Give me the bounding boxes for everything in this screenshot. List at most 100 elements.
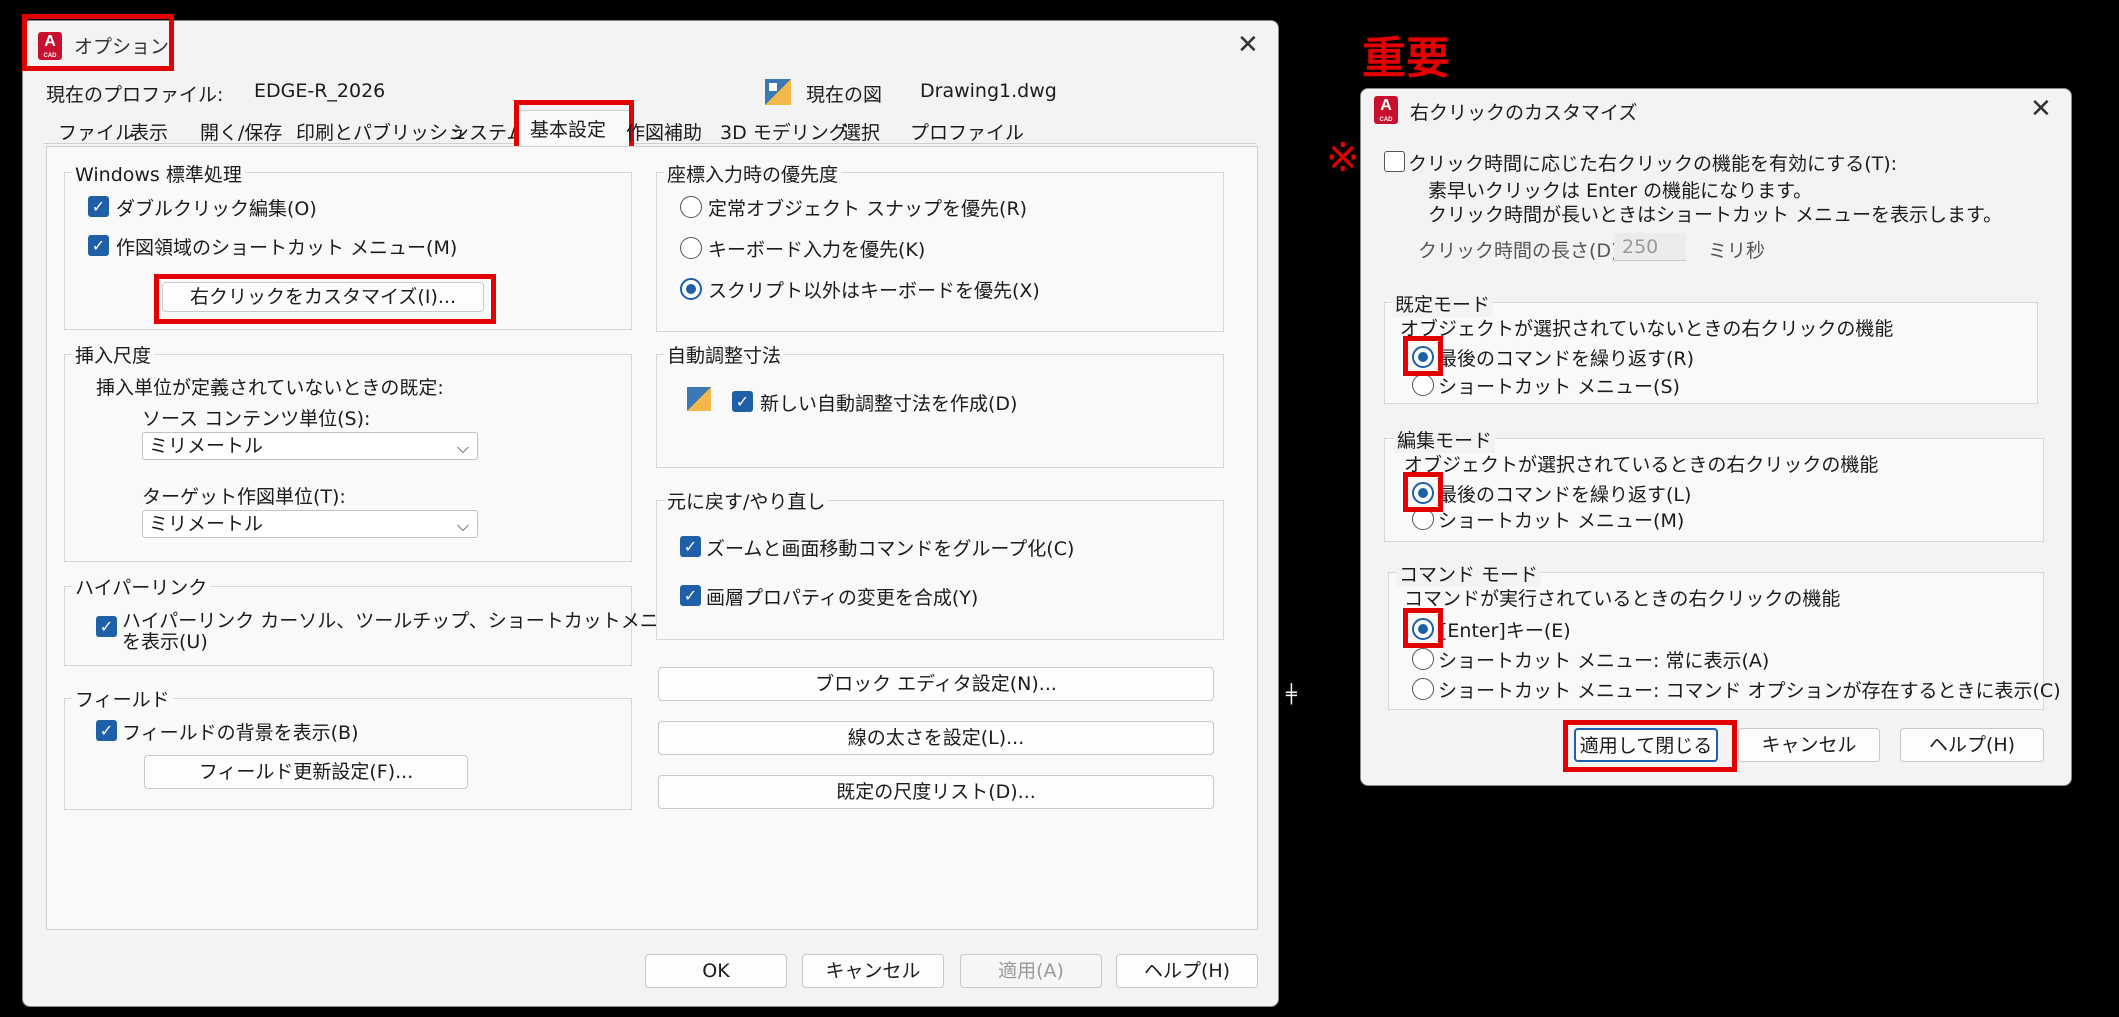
default-mode-desc: オブジェクトが選択されていないときの右クリックの機能 [1400, 318, 1894, 340]
duration-unit: ミリ秒 [1708, 240, 1766, 262]
default-scale-list-button[interactable]: 既定の尺度リスト(D)... [658, 775, 1214, 809]
default-mode-title: 既定モード [1392, 290, 1494, 317]
drawing-value: Drawing1.dwg [920, 80, 1057, 102]
time-sensitive-label: クリック時間に応じた右クリックの機能を有効にする(T): [1408, 153, 1898, 175]
hyperlink-label-line1: ハイパーリンク カーソル、ツールチップ、ショートカットメニュー [122, 610, 697, 632]
lineweight-settings-button[interactable]: 線の太さを設定(L)... [658, 721, 1214, 755]
source-units-value: ミリメートル [149, 435, 264, 457]
ok-button[interactable]: OK [645, 954, 787, 988]
tab-display[interactable]: 表示 [130, 118, 168, 145]
target-units-value: ミリメートル [149, 513, 264, 535]
important-annotation: 重要 [1362, 33, 1450, 84]
source-units-label: ソース コンテンツ単位(S): [142, 408, 371, 430]
note-mark: ※ [1326, 135, 1360, 181]
edit-repeat-label: 最後のコマンドを繰り返す(L) [1438, 484, 1692, 506]
shortcut-menu-checkbox[interactable]: ✓ [88, 235, 109, 256]
help-button[interactable]: ヘルプ(H) [1116, 954, 1258, 988]
right-click-cancel-button[interactable]: キャンセル [1738, 728, 1880, 762]
coord-keyboard-radio[interactable] [680, 237, 702, 259]
customize-right-click-button[interactable]: 右クリックをカスタマイズ(I)... [162, 282, 484, 312]
double-click-label: ダブルクリック編集(O) [116, 198, 317, 220]
command-enter-radio[interactable] [1412, 618, 1434, 640]
layer-props-label: 画層プロパティの変更を合成(Y) [706, 587, 979, 609]
hyperlink-checkbox[interactable]: ✓ [96, 616, 117, 637]
right-click-dialog-title: 右クリックのカスタマイズ [1410, 102, 1638, 124]
default-shortcut-label: ショートカット メニュー(S) [1438, 376, 1680, 398]
source-units-select[interactable]: ミリメートル ⌵ [142, 432, 478, 460]
tab-user-preferences[interactable]: 基本設定 [530, 115, 606, 142]
insert-scale-group-title: 挿入尺度 [72, 341, 155, 368]
tab-files[interactable]: ファイル [58, 118, 134, 145]
command-enter-label: [Enter]キー(E) [1440, 620, 1571, 642]
edit-repeat-radio[interactable] [1412, 482, 1434, 504]
command-shortcut-options-label: ショートカット メニュー: コマンド オプションが存在するときに表示(C) [1438, 680, 2061, 702]
duration-value: 250 [1622, 236, 1659, 258]
chevron-down-icon: ⌵ [456, 438, 469, 457]
autocad-app-icon: A CAD [38, 32, 62, 60]
tab-profiles[interactable]: プロファイル [910, 118, 1024, 145]
drawing-label: 現在の図 [806, 84, 883, 106]
block-editor-settings-button[interactable]: ブロック エディタ設定(N)... [658, 667, 1214, 701]
autocad-app-icon: A CAD [1374, 96, 1398, 124]
profile-value: EDGE-R_2026 [254, 80, 386, 102]
edit-shortcut-radio[interactable] [1412, 508, 1434, 530]
target-units-select[interactable]: ミリメートル ⌵ [142, 510, 478, 538]
cancel-button[interactable]: キャンセル [802, 954, 944, 988]
coord-osnap-radio[interactable] [680, 196, 702, 218]
tab-selection[interactable]: 選択 [842, 118, 880, 145]
field-background-label: フィールドの背景を表示(B) [122, 722, 359, 744]
apply-button[interactable]: 適用(A) [960, 954, 1102, 988]
apply-and-close-button[interactable]: 適用して閉じる [1574, 728, 1718, 762]
coord-keyboard-except-script-label: スクリプト以外はキーボードを優先(X) [708, 280, 1040, 302]
tab-open-save[interactable]: 開く/保存 [200, 118, 282, 145]
command-shortcut-always-radio[interactable] [1412, 648, 1434, 670]
default-repeat-label: 最後のコマンドを繰り返す(R) [1438, 348, 1695, 370]
close-icon[interactable]: ✕ [1237, 32, 1259, 58]
command-mode-desc: コマンドが実行されているときの右クリックの機能 [1404, 588, 1841, 610]
command-shortcut-options-radio[interactable] [1412, 678, 1434, 700]
hyperlink-label-line2: を表示(U) [122, 631, 208, 653]
close-icon[interactable]: ✕ [2030, 96, 2052, 122]
coord-keyboard-label: キーボード入力を優先(K) [708, 239, 926, 261]
layer-props-checkbox[interactable]: ✓ [680, 585, 701, 606]
double-click-checkbox[interactable]: ✓ [88, 196, 109, 217]
time-sensitive-desc-2: クリック時間が長いときはショートカット メニューを表示します。 [1428, 204, 2003, 226]
windows-group-title: Windows 標準処理 [72, 160, 245, 187]
time-sensitive-desc-1: 素早いクリックは Enter の機能になります。 [1428, 180, 1813, 202]
coord-osnap-label: 定常オブジェクト スナップを優先(R) [708, 198, 1028, 220]
zoom-pan-label: ズームと画面移動コマンドをグループ化(C) [706, 538, 1075, 560]
duration-label: クリック時間の長さ(D): [1418, 240, 1625, 262]
duration-input[interactable]: 250 [1614, 233, 1686, 261]
assoc-dim-group-title: 自動調整寸法 [664, 341, 785, 368]
field-background-checkbox[interactable]: ✓ [96, 720, 117, 741]
tab-drafting[interactable]: 作図補助 [626, 118, 702, 145]
field-update-button[interactable]: フィールド更新設定(F)... [144, 755, 468, 789]
assoc-dim-checkbox[interactable]: ✓ [732, 391, 753, 412]
target-units-label: ターゲット作図単位(T): [142, 486, 346, 508]
default-shortcut-radio[interactable] [1412, 374, 1434, 396]
time-sensitive-checkbox[interactable] [1384, 151, 1405, 172]
tab-system[interactable]: システム [450, 118, 525, 145]
coord-keyboard-except-script-radio[interactable] [680, 278, 702, 300]
drawing-icon [764, 78, 792, 106]
chevron-down-icon: ⌵ [456, 516, 469, 535]
edit-mode-title: 編集モード [1394, 426, 1496, 453]
insert-units-desc: 挿入単位が定義されていないときの既定: [96, 377, 444, 399]
undo-redo-group [656, 500, 1224, 640]
default-repeat-radio[interactable] [1412, 346, 1434, 368]
assoc-dim-label: 新しい自動調整寸法を作成(D) [760, 393, 1018, 415]
command-shortcut-always-label: ショートカット メニュー: 常に表示(A) [1438, 650, 1770, 672]
command-mode-title: コマンド モード [1396, 560, 1542, 587]
hyperlink-group-title: ハイパーリンク [72, 573, 211, 600]
options-dialog-title: オプション [74, 36, 170, 58]
zoom-pan-checkbox[interactable]: ✓ [680, 536, 701, 557]
right-click-help-button[interactable]: ヘルプ(H) [1900, 728, 2044, 762]
field-group [64, 698, 632, 810]
field-group-title: フィールド [72, 685, 173, 712]
tab-3d-modeling[interactable]: 3D モデリング [720, 118, 848, 145]
cursor-crosshair-icon: ╪ [1286, 684, 1297, 705]
edit-shortcut-label: ショートカット メニュー(M) [1438, 510, 1685, 532]
edit-mode-desc: オブジェクトが選択されているときの右クリックの機能 [1404, 454, 1879, 476]
tab-plot-publish[interactable]: 印刷とパブリッシュ [296, 118, 467, 145]
undo-redo-group-title: 元に戻す/やり直し [664, 487, 829, 514]
